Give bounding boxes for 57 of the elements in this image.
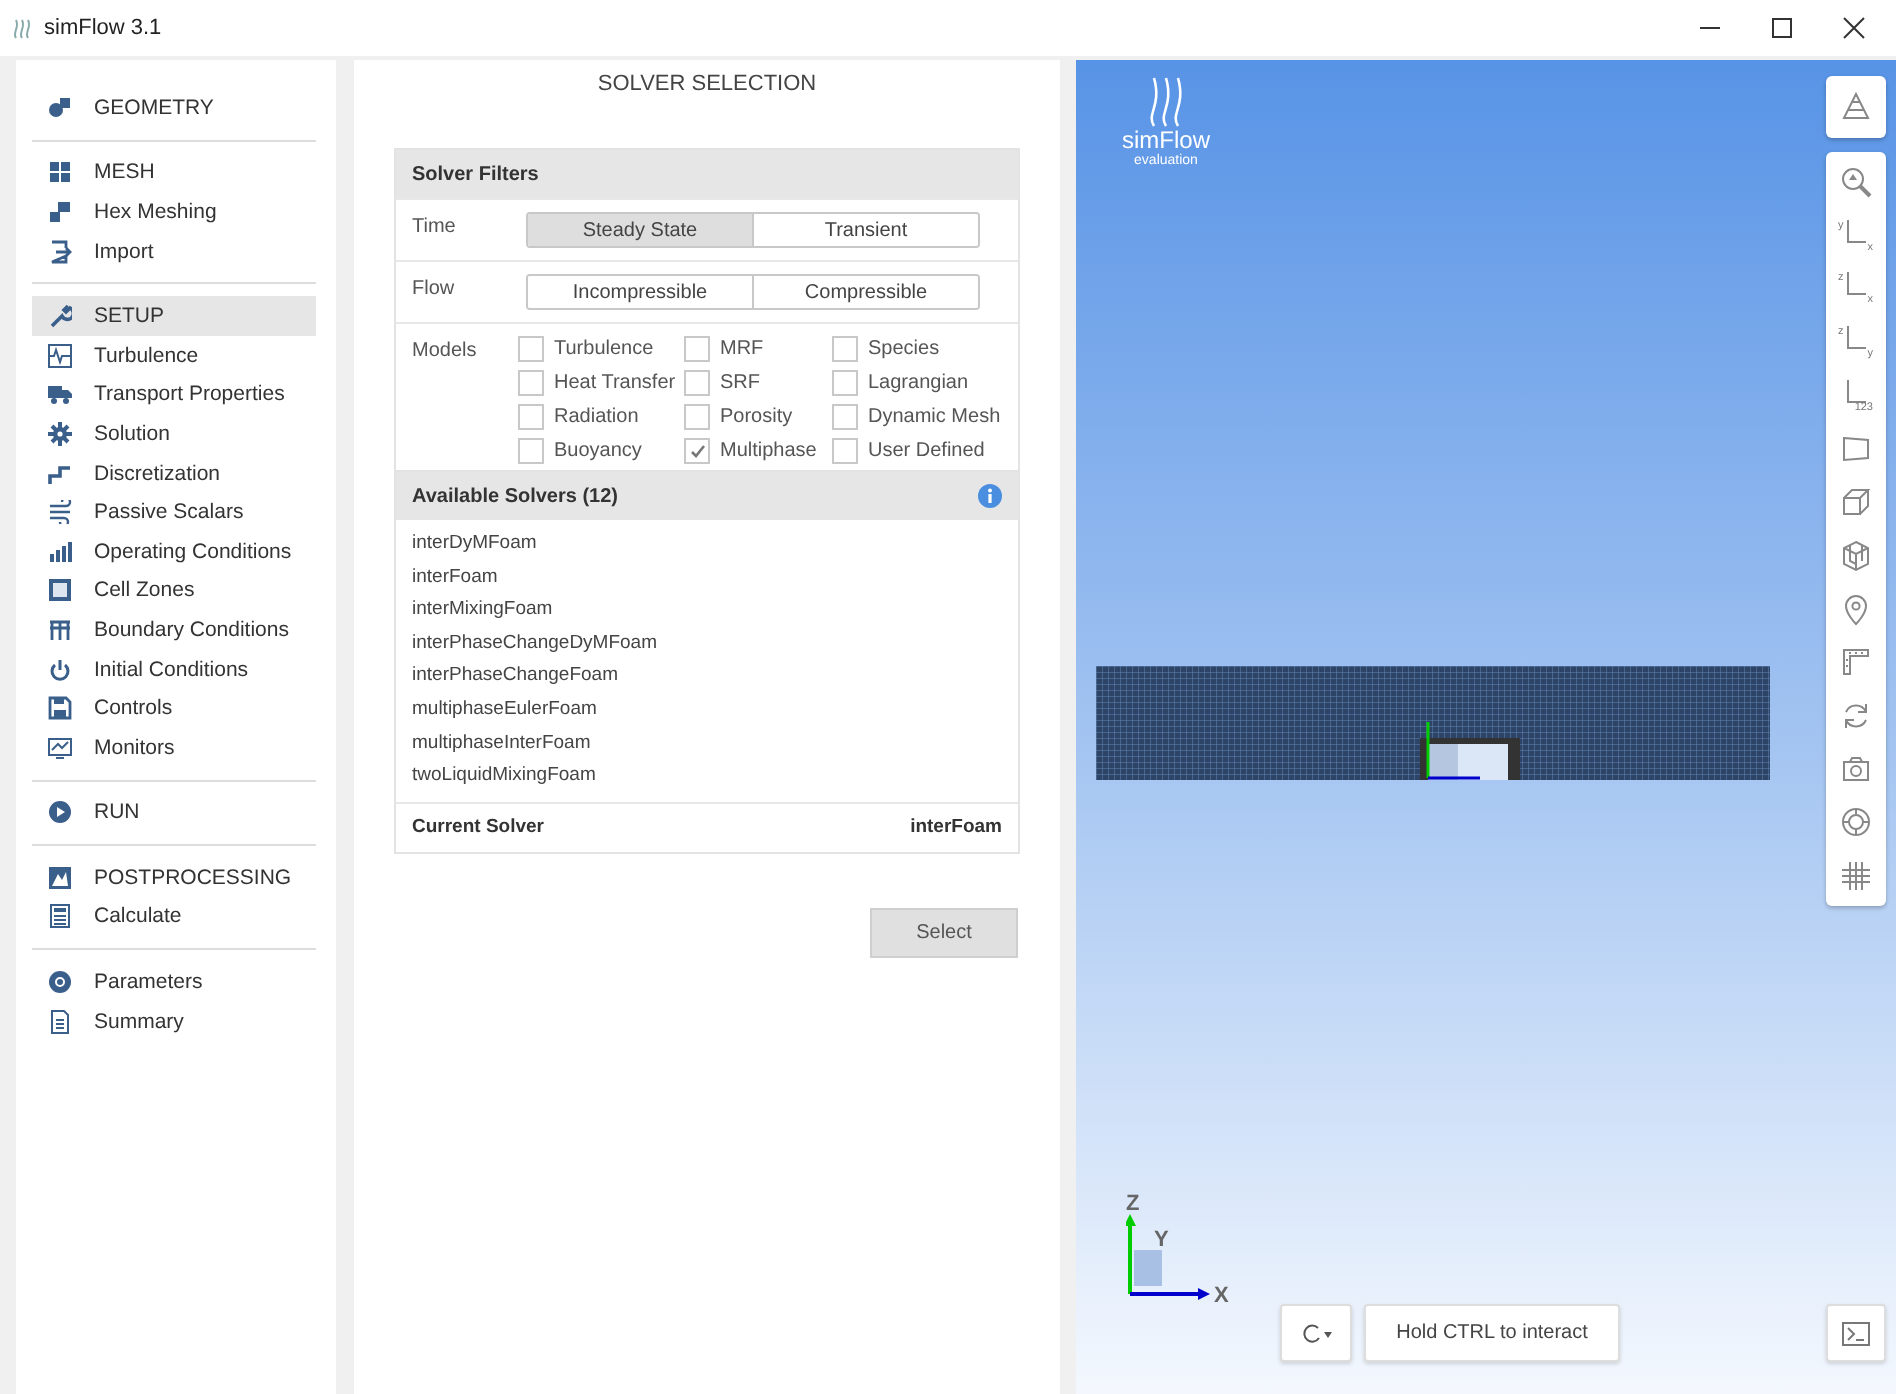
- sidebar-item[interactable]: Monitors: [32, 727, 316, 767]
- panel-title: SOLVER SELECTION: [597, 70, 817, 100]
- sidebar-item[interactable]: Controls: [32, 688, 316, 728]
- interact-hint-button[interactable]: Hold CTRL to interact: [1364, 1304, 1620, 1362]
- sidebar-item[interactable]: Operating Conditions: [32, 531, 316, 572]
- sidebar-item[interactable]: Solution: [32, 414, 316, 454]
- solver-list-item[interactable]: interPhaseChangeDyMFoam: [396, 627, 1018, 661]
- checkbox-label: Species: [868, 338, 940, 360]
- row-label: Models: [412, 338, 479, 362]
- row-label: Time: [412, 214, 458, 238]
- window-title: simFlow 3.1: [44, 16, 164, 40]
- axis-triad-drawing: Z Y X: [1126, 1190, 1246, 1310]
- solver-list-item[interactable]: interFoam: [396, 561, 1018, 595]
- checkbox-label: MRF: [720, 338, 764, 360]
- checkbox-label: Multiphase: [720, 440, 817, 462]
- current-solver-value: interFoam: [910, 816, 1002, 839]
- checkbox-label: Lagrangian: [868, 372, 969, 394]
- solver-list-item[interactable]: multiphaseInterFoam: [396, 727, 1018, 761]
- sidebar-item[interactable]: Calculate: [32, 897, 316, 937]
- checkbox-label: Dynamic Mesh: [868, 406, 1001, 428]
- checkbox-label: Porosity: [720, 406, 793, 428]
- checkbox-label: Turbulence: [554, 338, 654, 360]
- solver-list-item[interactable]: interMixingFoam: [396, 594, 1018, 628]
- sidebar-item[interactable]: Boundary Conditions: [32, 610, 316, 650]
- sidebar-item[interactable]: Hex Meshing: [32, 192, 316, 232]
- sidebar-item[interactable]: GEOMETRY: [32, 88, 316, 128]
- segment-button[interactable]: Compressible: [752, 276, 978, 308]
- current-solver-label: Current Solver: [412, 816, 544, 839]
- segment-button[interactable]: Transient: [752, 214, 978, 246]
- sidebar-item[interactable]: Turbulence: [32, 335, 316, 376]
- sidebar-item[interactable]: Summary: [32, 1001, 316, 1041]
- sidebar-item[interactable]: Passive Scalars: [32, 492, 316, 532]
- checkbox-label: SRF: [720, 372, 760, 394]
- sidebar-item[interactable]: RUN: [32, 793, 316, 833]
- solver-list-item[interactable]: interDyMFoam: [396, 528, 1018, 562]
- sidebar-item[interactable]: Cell Zones: [32, 571, 316, 611]
- sidebar-item[interactable]: Initial Conditions: [32, 649, 316, 689]
- sidebar-item[interactable]: SETUP: [32, 296, 316, 336]
- sidebar-item[interactable]: Parameters: [32, 962, 316, 1002]
- solver-list-item[interactable]: interPhaseChangeFoam: [396, 660, 1018, 694]
- card-title: Available Solvers (12): [412, 485, 619, 507]
- select-button[interactable]: Select: [870, 907, 1018, 958]
- checkbox-label: Buoyancy: [554, 440, 642, 462]
- solver-list-item[interactable]: multiphaseEulerFoam: [396, 693, 1018, 728]
- segment-button[interactable]: Steady State: [528, 214, 752, 246]
- sidebar-item[interactable]: MESH: [32, 153, 316, 193]
- card-title: Solver Filters: [412, 163, 539, 185]
- sidebar-item[interactable]: POSTPROCESSING: [32, 858, 316, 898]
- row-label: Flow: [412, 276, 457, 300]
- logo-name: simFlow: [1122, 128, 1210, 154]
- sidebar-item[interactable]: Discretization: [32, 453, 316, 493]
- checkbox-label: Heat Transfer: [554, 372, 676, 394]
- sidebar-item[interactable]: Import: [32, 231, 316, 271]
- sidebar-item[interactable]: Transport Properties: [32, 375, 316, 415]
- solver-list-item[interactable]: twoLiquidMixingFoam: [396, 760, 1018, 794]
- checkbox-label: Radiation: [554, 406, 639, 428]
- checkbox-label: User Defined: [868, 440, 985, 462]
